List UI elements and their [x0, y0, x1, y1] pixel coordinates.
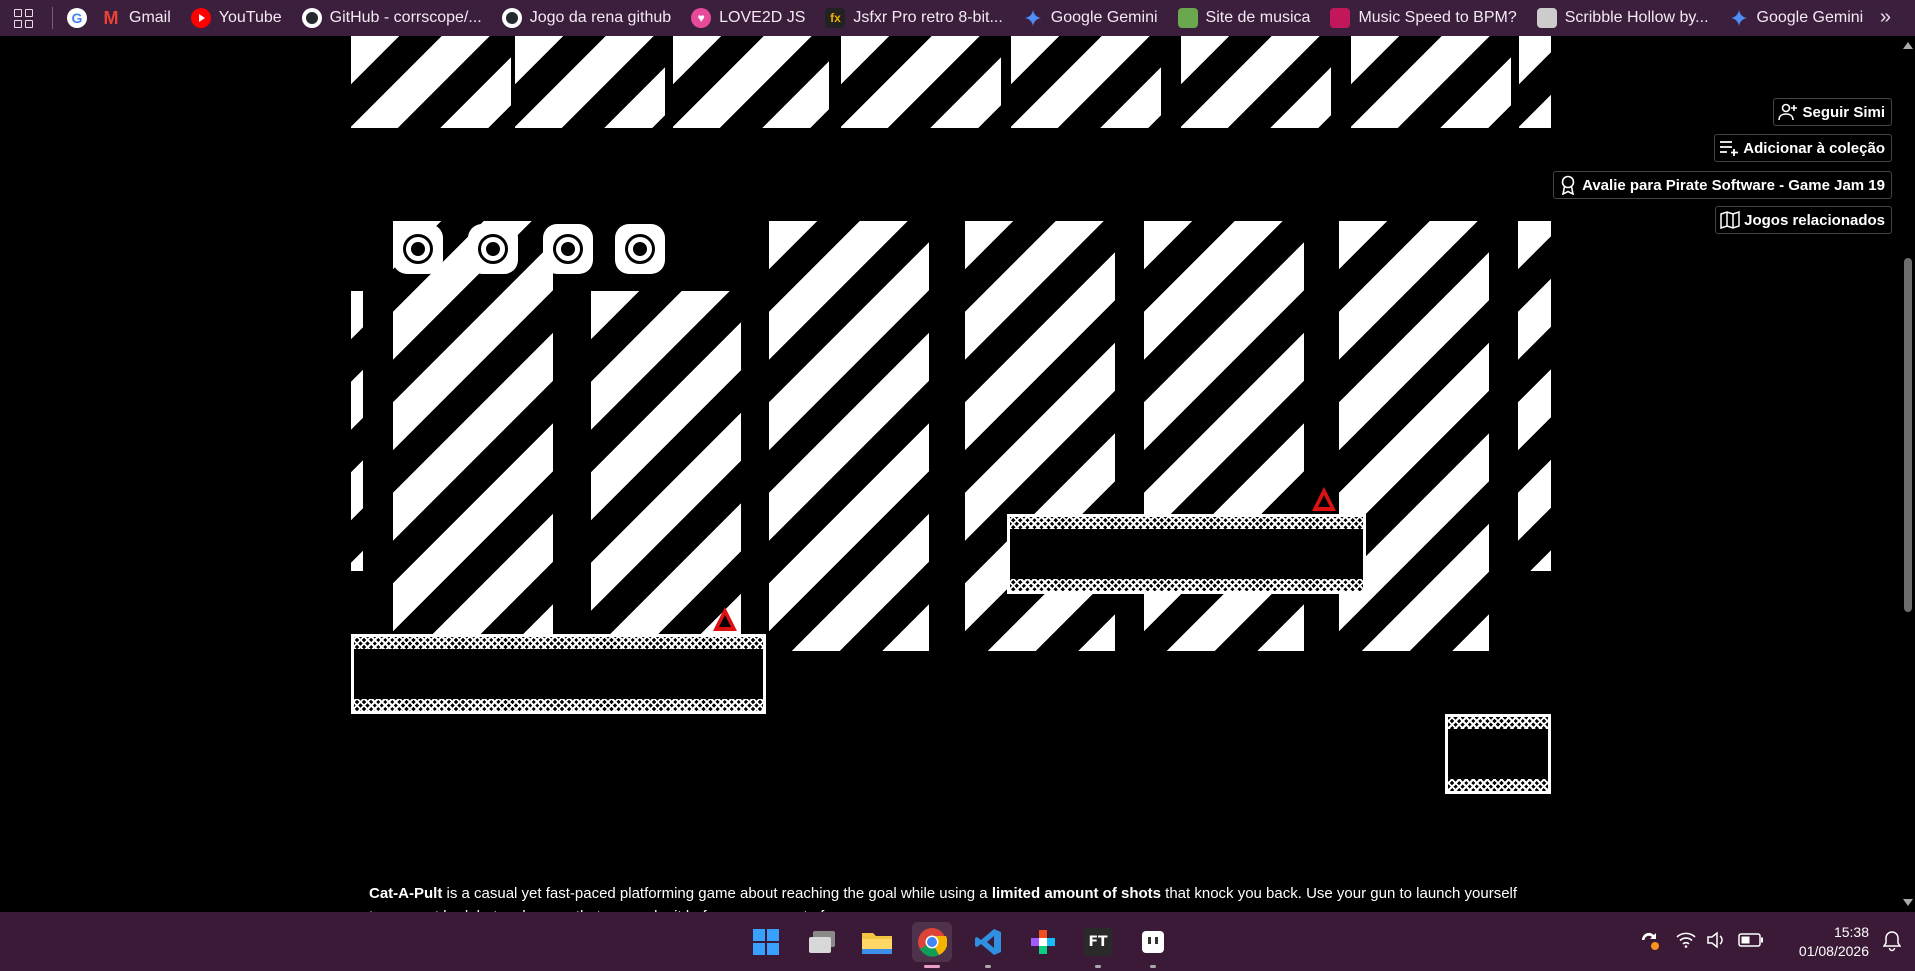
- taskbar: FT 15:38 01/08/2026: [0, 912, 1915, 971]
- github-icon: [301, 8, 322, 28]
- user-plus-icon: [1778, 102, 1798, 122]
- description-text: is a casual yet fast-paced platforming g…: [442, 885, 992, 902]
- bookmark-item[interactable]: Google Gemini: [1023, 8, 1158, 28]
- bookmark-item[interactable]: M Gmail: [101, 8, 171, 28]
- bookmark-item[interactable]: fx Jsfxr Pro retro 8-bit...: [825, 8, 1003, 28]
- tldraw-icon[interactable]: [1133, 922, 1173, 968]
- sync-icon[interactable]: [1638, 929, 1660, 954]
- system-tray: [1638, 912, 1764, 971]
- chevron-double-right-icon[interactable]: »: [1880, 6, 1891, 29]
- chrome-icon[interactable]: [912, 922, 952, 968]
- game-title: Cat-A-Pult: [369, 885, 443, 902]
- bookmark-label: Jsfxr Pro retro 8-bit...: [853, 9, 1003, 26]
- bookmark-item[interactable]: ♥ LOVE2D JS: [691, 8, 805, 28]
- collection-label: Adicionar à coleção: [1743, 139, 1885, 157]
- platform-middle: [1007, 514, 1366, 594]
- google-icon: G: [67, 8, 87, 28]
- add-to-collection-button[interactable]: Adicionar à coleção: [1714, 134, 1892, 162]
- spike-hazard-icon: [1312, 487, 1336, 511]
- follow-button[interactable]: Seguir Simi: [1773, 98, 1892, 126]
- bpm-icon: [1330, 8, 1351, 28]
- wifi-icon[interactable]: [1676, 932, 1696, 951]
- youtube-icon: [190, 8, 211, 28]
- vscode-icon[interactable]: [968, 922, 1008, 968]
- system-clock[interactable]: 15:38 01/08/2026: [1799, 923, 1869, 961]
- scroll-thumb[interactable]: [1904, 258, 1912, 612]
- playlist-add-icon: [1719, 138, 1739, 158]
- page-scrollbar[interactable]: [1901, 36, 1915, 912]
- apps-grid-icon[interactable]: [10, 5, 36, 31]
- bookmark-label: Music Speed to BPM?: [1358, 9, 1517, 26]
- background-panel: [351, 291, 363, 571]
- music-site-icon: [1177, 8, 1198, 28]
- figma-icon[interactable]: [1023, 922, 1063, 962]
- github-icon: [501, 8, 522, 28]
- related-label: Jogos relacionados: [1744, 211, 1885, 229]
- bookmark-item[interactable]: Music Speed to BPM?: [1330, 8, 1517, 28]
- bookmark-item[interactable]: YouTube: [190, 8, 282, 28]
- description-highlight: limited amount of shots: [991, 885, 1161, 902]
- file-explorer-icon[interactable]: [857, 922, 897, 962]
- cat-eye-icon: [543, 224, 593, 274]
- task-view-icon[interactable]: [802, 922, 842, 962]
- bookmark-item[interactable]: Jogo da rena github: [501, 8, 672, 28]
- bookmark-label: LOVE2D JS: [719, 9, 806, 26]
- bookmarks-separator: [52, 7, 53, 29]
- bookmarks-bar: G M Gmail YouTube GitHub - corrscope/... Jogo…: [0, 0, 1915, 36]
- background-panel: [1518, 221, 1551, 571]
- scroll-down-arrow-icon[interactable]: [1903, 899, 1913, 906]
- scroll-up-arrow-icon[interactable]: [1903, 42, 1913, 49]
- cat-eye-icon: [615, 224, 665, 274]
- bookmark-label: Site de musica: [1205, 9, 1311, 26]
- battery-icon[interactable]: [1738, 933, 1764, 950]
- bookmark-item[interactable]: Google Gemini: [1729, 8, 1864, 28]
- bookmark-label: Jogo da rena github: [529, 9, 672, 26]
- volume-icon[interactable]: [1706, 931, 1726, 952]
- gmail-icon: M: [103, 7, 119, 28]
- background-panel: [591, 291, 741, 651]
- gemini-icon: [1729, 8, 1749, 28]
- gemini-icon: [1023, 8, 1043, 28]
- bookmark-label: GitHub - corrscope/...: [329, 9, 482, 26]
- bookmark-item[interactable]: G: [67, 8, 95, 28]
- clock-date: 01/08/2026: [1798, 943, 1869, 959]
- windows-start-icon[interactable]: [746, 922, 786, 962]
- cat-eye-icon: [468, 224, 518, 274]
- background-panel: [393, 221, 553, 651]
- jsfxr-icon: fx: [825, 8, 846, 28]
- bookmark-label: Scribble Hollow by...: [1564, 9, 1709, 26]
- bookmark-label: Google Gemini: [1050, 9, 1158, 26]
- bookmark-label: Gmail: [129, 9, 171, 26]
- bookmark-label: Google Gemini: [1756, 9, 1864, 26]
- notification-icon[interactable]: [1882, 930, 1902, 957]
- platform-bottom-right: [1445, 714, 1551, 794]
- bookmark-item[interactable]: Site de musica: [1177, 8, 1311, 28]
- bookmark-item[interactable]: Scribble Hollow by...: [1536, 8, 1709, 28]
- platform-lower-left: [351, 634, 766, 714]
- game-canvas[interactable]: [351, 36, 1551, 796]
- background-panel: [769, 221, 929, 651]
- related-games-button[interactable]: Jogos relacionados: [1715, 206, 1892, 234]
- award-icon: [1558, 175, 1578, 195]
- follow-label: Seguir Simi: [1802, 103, 1885, 121]
- love2d-icon: ♥: [691, 8, 712, 28]
- rate-label: Avalie para Pirate Software - Game Jam 1…: [1582, 176, 1885, 194]
- bookmark-label: YouTube: [218, 9, 282, 26]
- clock-time: 15:38: [1833, 924, 1869, 940]
- cat-eye-icon: [393, 224, 443, 274]
- scribble-hollow-icon: [1536, 8, 1557, 28]
- spike-hazard-icon: [713, 607, 737, 631]
- bookmark-item[interactable]: GitHub - corrscope/...: [301, 8, 482, 28]
- rate-game-button[interactable]: Avalie para Pirate Software - Game Jam 1…: [1553, 171, 1892, 199]
- ft-app-icon[interactable]: FT: [1078, 922, 1118, 968]
- map-icon: [1720, 210, 1740, 230]
- game-top-band: [351, 36, 1551, 128]
